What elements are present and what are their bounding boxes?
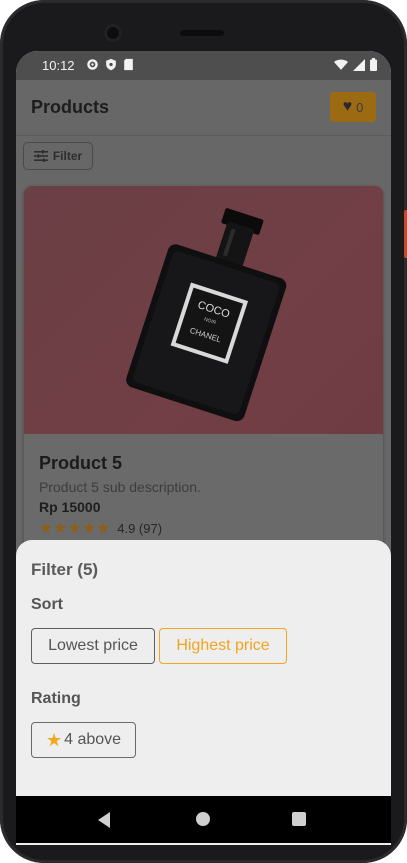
status-bar: 10:12 [16,51,391,80]
system-nav-bar [16,796,391,843]
wishlist-count: 0 [356,99,364,115]
front-camera [104,24,122,42]
phone-frame: 10:12 Products ♥ 0 Filter COCO NOIR CHAN… [0,0,407,863]
star-rating-icons: ★★★★★ [39,520,112,537]
sort-highest-price-chip[interactable]: Highest price [159,628,287,664]
page-title: Products [31,97,110,117]
gear-icon [87,59,98,70]
status-time: 10:12 [42,58,75,73]
product-rating: ★★★★★ 4.9 (97) [39,519,162,537]
sliders-icon [33,150,48,162]
status-right-icons [334,58,377,71]
back-icon[interactable] [98,812,110,828]
wifi-icon [334,59,348,70]
signal-icon [353,58,365,71]
battery-icon [370,58,377,71]
rating-text: 4.9 (97) [117,520,163,536]
product-subtitle: Product 5 sub description. [39,479,201,495]
screen: 10:12 Products ♥ 0 Filter COCO NOIR CHAN… [16,51,391,845]
product-image: COCO NOIR CHANEL [24,186,383,434]
filter-button[interactable]: Filter [23,142,93,170]
app-bar: Products ♥ 0 [16,80,391,135]
sd-card-icon [124,58,133,71]
shield-icon [106,58,116,71]
perfume-bottle-illustration: COCO NOIR CHANEL [126,208,287,422]
filter-toolbar: Filter [16,136,391,183]
home-icon[interactable] [196,812,210,826]
rating-section-label: Rating [31,690,81,707]
recents-icon[interactable] [292,812,306,826]
product-title: Product 5 [39,453,123,473]
sort-section-label: Sort [31,596,63,613]
product-price: Rp 15000 [39,499,101,515]
rating-4-above-chip[interactable]: ★ 4 above [31,722,136,758]
status-left-icons [86,58,134,71]
wishlist-button[interactable]: ♥ 0 [330,92,376,122]
filter-sheet-title: Filter (5) [31,560,99,579]
star-icon: ★ [45,730,63,750]
earpiece-speaker [180,30,224,36]
heart-icon: ♥ [342,98,353,115]
rating-chip-label: 4 above [64,731,122,748]
filter-button-label: Filter [52,149,83,163]
sort-lowest-price-chip[interactable]: Lowest price [31,628,155,664]
